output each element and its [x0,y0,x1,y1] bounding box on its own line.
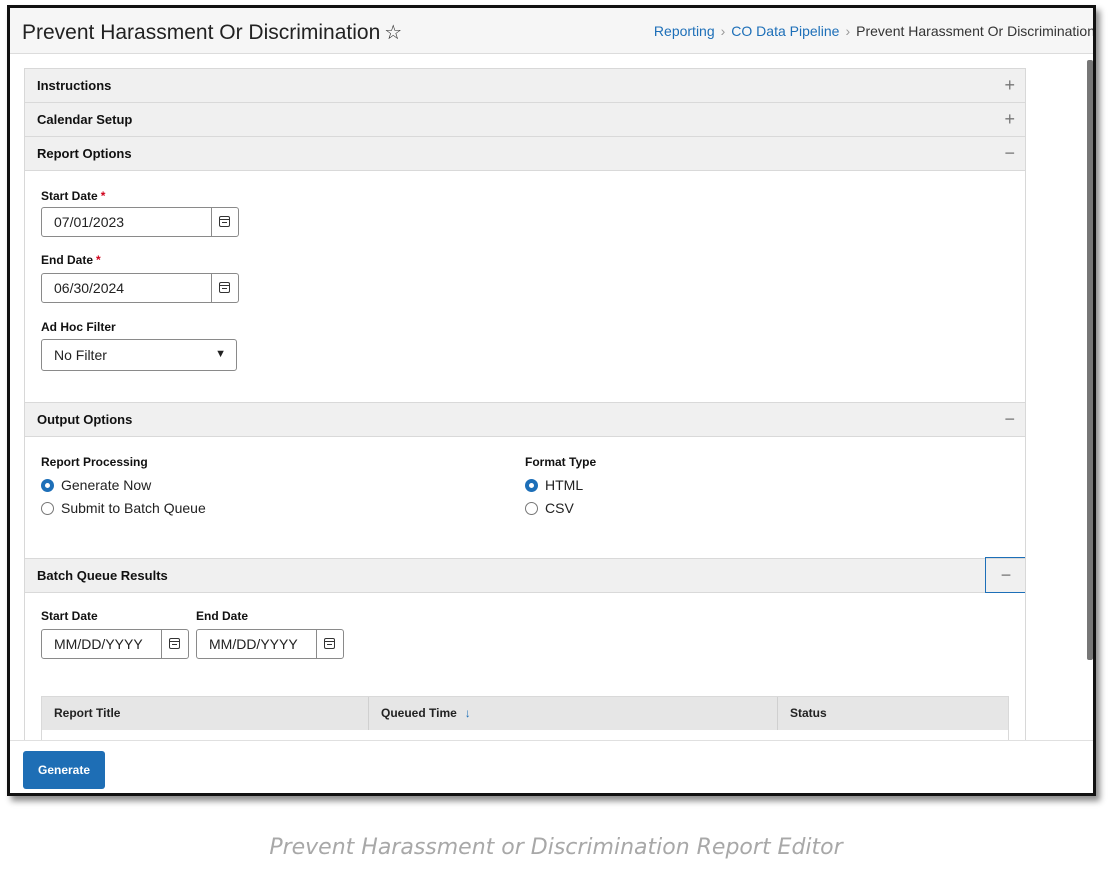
radio-html[interactable]: HTML [525,477,583,495]
start-date-label: Start Date * [41,189,106,203]
radio-csv[interactable]: CSV [525,500,574,518]
end-date-value: 06/30/2024 [54,280,125,296]
radio-submit-batch-queue[interactable]: Submit to Batch Queue [41,500,206,518]
figure-caption: Prevent Harassment or Discrimination Rep… [269,835,843,860]
report-options-body: Start Date * 07/01/2023 End Date * 06/30/2… [25,171,1025,403]
calendar-icon [169,638,180,649]
generate-button[interactable]: Generate [23,751,105,789]
column-status[interactable]: Status [778,697,1008,730]
report-editor-window: Prevent Harassment Or Discrimination ☆ Re… [7,5,1096,796]
column-queued-time[interactable]: Queued Time ↓ [369,697,778,730]
breadcrumb-current: Prevent Harassment Or Discrimination [856,23,1095,39]
radio-unselected-icon[interactable] [525,502,538,515]
batch-start-date-placeholder: MM/DD/YYYY [54,636,143,652]
breadcrumb-reporting[interactable]: Reporting [654,23,715,39]
section-report-options[interactable]: Report Options − [25,137,1025,171]
footer-bar: Generate [10,740,1093,793]
batch-start-date-field[interactable]: MM/DD/YYYY [41,629,189,659]
format-type-label: Format Type [525,455,597,469]
batch-start-date-label: Start Date [41,609,98,623]
batch-end-date-field[interactable]: MM/DD/YYYY [196,629,344,659]
table-header: Report Title Queued Time ↓ Status [42,697,1008,730]
section-title: Batch Queue Results [37,568,168,583]
plus-icon[interactable]: + [1004,69,1015,102]
batch-queue-table: Report Title Queued Time↓ Status No reco… [41,696,1009,741]
section-title: Calendar Setup [37,112,133,127]
calendar-icon [219,216,230,227]
column-report-title[interactable]: Report Title [42,697,369,730]
adhoc-filter-value: No Filter [54,347,107,363]
batch-end-date-label: End Date [196,609,249,623]
section-title: Report Options [37,146,132,161]
radio-selected-icon[interactable] [41,479,54,492]
calendar-icon [324,638,335,649]
batch-start-calendar-button[interactable] [161,630,188,658]
report-processing-label: Report Processing [41,455,148,469]
breadcrumb-co-data-pipeline[interactable]: CO Data Pipeline [731,23,839,39]
section-calendar-setup[interactable]: Calendar Setup + [25,103,1025,137]
breadcrumb-separator-icon: › [720,23,726,39]
minus-icon[interactable]: − [1004,403,1015,436]
output-options-body: Report Processing Generate Now Submit to… [25,437,1025,559]
sort-arrow-icon[interactable]: ↓ [465,706,471,720]
radio-generate-now[interactable]: Generate Now [41,477,151,495]
page-header: Prevent Harassment Or Discrimination ☆ Re… [10,8,1093,54]
end-date-calendar-button[interactable] [211,274,238,302]
start-date-value: 07/01/2023 [54,214,125,230]
dropdown-arrow-icon: ▼ [215,348,226,360]
radio-selected-icon[interactable] [525,479,538,492]
section-instructions[interactable]: Instructions + [25,69,1025,103]
star-icon[interactable]: ☆ [384,22,402,44]
batch-queue-body: Start Date MM/DD/YYYY End Date MM/DD/YYY… [25,593,1025,741]
section-title: Output Options [37,412,133,427]
minus-icon[interactable]: − [1004,137,1015,170]
minus-icon[interactable]: − [985,557,1025,593]
radio-unselected-icon[interactable] [41,502,54,515]
section-title: Instructions [37,78,112,93]
calendar-icon [219,282,230,293]
page-title: Prevent Harassment Or Discrimination ☆ [22,20,402,45]
batch-end-calendar-button[interactable] [316,630,343,658]
start-date-field[interactable]: 07/01/2023 [41,207,239,237]
end-date-field[interactable]: 06/30/2024 [41,273,239,303]
section-output-options[interactable]: Output Options − [25,403,1025,437]
plus-icon[interactable]: + [1004,103,1015,136]
start-date-calendar-button[interactable] [211,208,238,236]
end-date-label: End Date * [41,253,101,267]
section-batch-queue-results[interactable]: Batch Queue Results − [25,557,1025,593]
editor-content: Instructions + Calendar Setup + Report O… [24,68,1026,741]
scrollbar[interactable] [1087,60,1093,660]
adhoc-filter-select[interactable]: No Filter ▼ [41,339,237,371]
breadcrumb-separator-icon: › [845,23,851,39]
batch-end-date-placeholder: MM/DD/YYYY [209,636,298,652]
breadcrumb: Reporting › CO Data Pipeline › Prevent Haras… [654,23,1095,39]
required-marker: * [96,253,101,267]
required-marker: * [100,189,106,203]
page-title-text: Prevent Harassment Or Discrimination [22,21,381,44]
adhoc-filter-label: Ad Hoc Filter [41,320,116,334]
